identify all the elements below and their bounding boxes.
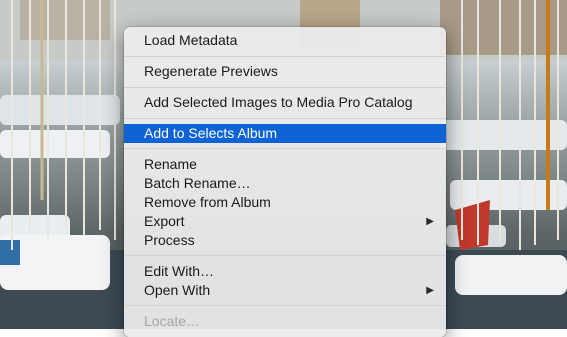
menu-separator bbox=[124, 87, 446, 88]
menu-item-label: Batch Rename… bbox=[144, 175, 251, 191]
menu-item-locate: Locate… bbox=[124, 312, 446, 331]
menu-item-label: Edit With… bbox=[144, 263, 215, 279]
menu-item-label: Process bbox=[144, 232, 195, 248]
menu-separator bbox=[124, 56, 446, 57]
menu-item-label: Export bbox=[144, 213, 185, 229]
menu-item-rename[interactable]: Rename bbox=[124, 155, 446, 174]
menu-item-label: Locate… bbox=[144, 313, 201, 329]
menu-item-open-with[interactable]: Open With ▶ bbox=[124, 281, 446, 300]
submenu-arrow-icon: ▶ bbox=[426, 216, 434, 227]
menu-item-edit-with[interactable]: Edit With… bbox=[124, 262, 446, 281]
menu-item-label: Load Metadata bbox=[144, 32, 238, 48]
menu-item-add-to-media-pro-catalog[interactable]: Add Selected Images to Media Pro Catalog bbox=[124, 93, 446, 112]
menu-item-label: Add to Selects Album bbox=[144, 125, 278, 141]
context-menu: Load Metadata Regenerate Previews Add Se… bbox=[124, 27, 446, 337]
menu-item-label: Remove from Album bbox=[144, 194, 271, 210]
menu-separator bbox=[124, 255, 446, 256]
menu-separator bbox=[124, 118, 446, 119]
menu-item-label: Regenerate Previews bbox=[144, 63, 278, 79]
menu-item-add-to-selects-album[interactable]: Add to Selects Album bbox=[124, 124, 446, 143]
menu-item-label: Rename bbox=[144, 156, 197, 172]
menu-separator bbox=[124, 148, 446, 149]
menu-separator bbox=[124, 305, 446, 306]
menu-item-process[interactable]: Process bbox=[124, 231, 446, 250]
menu-item-regenerate-previews[interactable]: Regenerate Previews bbox=[124, 62, 446, 81]
menu-item-label: Open With bbox=[144, 282, 211, 298]
submenu-arrow-icon: ▶ bbox=[426, 285, 434, 296]
menu-item-export[interactable]: Export ▶ bbox=[124, 212, 446, 231]
menu-item-load-metadata[interactable]: Load Metadata bbox=[124, 31, 446, 50]
menu-item-remove-from-album[interactable]: Remove from Album bbox=[124, 193, 446, 212]
menu-item-label: Add Selected Images to Media Pro Catalog bbox=[144, 94, 413, 110]
menu-item-batch-rename[interactable]: Batch Rename… bbox=[124, 174, 446, 193]
